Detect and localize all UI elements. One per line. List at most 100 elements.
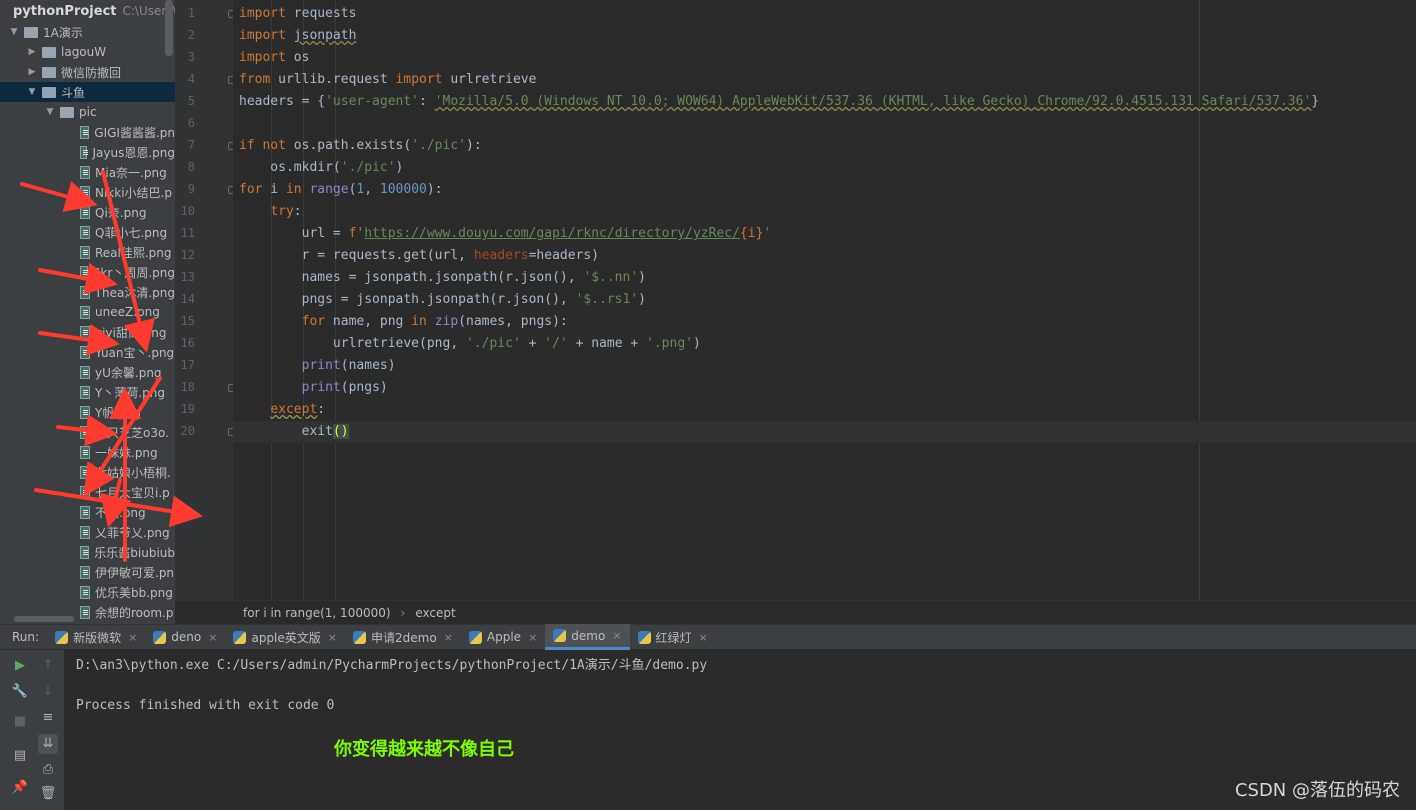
run-tab[interactable]: Apple × <box>461 624 545 650</box>
image-file-icon <box>80 145 89 159</box>
layout-icon[interactable]: ▤ <box>10 746 30 766</box>
tree-file[interactable]: 一妹妹.png <box>0 442 175 462</box>
tree-folder[interactable]: ▼ 1A演示 <box>0 22 175 42</box>
folder-icon <box>60 106 74 118</box>
tree-file[interactable]: Jayus恩恩.png <box>0 142 175 162</box>
tree-file[interactable]: 伊伊敏可爱.pn <box>0 562 175 582</box>
tree-file[interactable]: yU余馨.png <box>0 362 175 382</box>
run-tab[interactable]: 新版微软 × <box>47 624 145 650</box>
breadcrumb-item-except[interactable]: except <box>415 606 455 620</box>
scroll-to-end-icon[interactable]: ⇊ <box>38 734 58 754</box>
tree-file[interactable]: GIGI酱酱酱.pn <box>0 122 175 142</box>
image-file-icon <box>80 525 90 539</box>
close-icon[interactable]: × <box>528 631 537 644</box>
code-editor[interactable]: import requests import jsonpath import o… <box>233 0 1416 600</box>
run-tab[interactable]: apple英文版 × <box>225 624 345 650</box>
code-line-20[interactable]: exit() <box>233 421 1416 443</box>
code-line-18[interactable]: print(pngs) <box>239 377 388 399</box>
line-number: 17 <box>180 358 195 372</box>
tree-file[interactable]: Qi奈.png <box>0 202 175 222</box>
code-line-7[interactable]: if not os.path.exists('./pic'): <box>239 135 482 157</box>
code-line-13[interactable]: names = jsonpath.jsonpath(r.json(), '$..… <box>239 267 646 289</box>
code-line-5[interactable]: headers = {'user-agent': 'Mozilla/5.0 (W… <box>239 91 1319 113</box>
tree-file[interactable]: Yuan宝丶.png <box>0 342 175 362</box>
tree-file[interactable]: Y丶薄荷.png <box>0 382 175 402</box>
line-number: 8 <box>187 160 195 174</box>
run-tab[interactable]: 红绿灯 × <box>630 624 716 650</box>
pin-icon[interactable]: 📌 <box>10 778 30 798</box>
stop-icon[interactable]: ■ <box>10 712 30 732</box>
close-icon[interactable]: × <box>699 631 708 644</box>
chevron-down-icon[interactable]: ▼ <box>26 87 38 97</box>
tree-file[interactable]: Y帆.png <box>0 402 175 422</box>
tree-item-label: 微信防撤回 <box>61 65 122 80</box>
project-panel: pythonProject C:\Users\ ▼ 1A演示 ▶ lagouW ▶ 微信防… <box>0 0 175 624</box>
tree-file[interactable]: 乂菲爷乂.png <box>0 522 175 542</box>
wrench-icon[interactable]: 🔧 <box>10 682 30 702</box>
run-tab[interactable]: 申请2demo × <box>345 624 461 650</box>
down-arrow-icon[interactable]: ↓ <box>38 682 58 702</box>
code-line-14[interactable]: pngs = jsonpath.jsonpath(r.json(), '$..r… <box>239 289 646 311</box>
run-tab-label: deno <box>171 630 202 644</box>
tree-item-label: Mia奈一.png <box>95 165 167 180</box>
tree-file[interactable]: uneeZ.png <box>0 302 175 322</box>
tree-file[interactable]: 优乐美bb.png <box>0 582 175 602</box>
tree-file[interactable]: 乐乐酱biubiub <box>0 542 175 562</box>
code-line-16[interactable]: urlretrieve(png, './pic' + '/' + name + … <box>239 333 701 355</box>
up-arrow-icon[interactable]: ↑ <box>38 656 58 676</box>
chevron-down-icon[interactable]: ▼ <box>44 107 56 117</box>
close-icon[interactable]: × <box>208 631 217 644</box>
tree-file[interactable]: Mia奈一.png <box>0 162 175 182</box>
project-header[interactable]: pythonProject C:\Users\ <box>0 0 175 22</box>
breadcrumb-item-for[interactable]: for i in range(1, 100000) <box>243 606 391 620</box>
code-line-15[interactable]: for name, png in zip(names, pngs): <box>239 311 568 333</box>
sidebar-horizontal-scrollbar[interactable] <box>14 616 74 622</box>
code-line-9[interactable]: for i in range(1, 100000): <box>239 179 443 201</box>
tree-file[interactable]: 不然.png <box>0 502 175 522</box>
tree-folder[interactable]: ▼ 斗鱼 <box>0 82 175 102</box>
tree-item-label: 优乐美bb.png <box>95 585 173 600</box>
chevron-down-icon[interactable]: ▼ <box>8 27 20 37</box>
run-tab[interactable]: demo × <box>545 624 630 650</box>
code-line-2[interactable]: import jsonpath <box>239 25 356 47</box>
tree-file[interactable]: 七姑娘小梧桐. <box>0 462 175 482</box>
chevron-right-icon[interactable]: ▶ <box>26 47 38 57</box>
close-icon[interactable]: × <box>444 631 453 644</box>
code-line-17[interactable]: print(names) <box>239 355 396 377</box>
close-icon[interactable]: × <box>328 631 337 644</box>
tree-folder[interactable]: ▶ 微信防撤回 <box>0 62 175 82</box>
python-icon <box>637 630 651 644</box>
run-console[interactable]: D:\an3\python.exe C:/Users/admin/Pycharm… <box>64 650 1416 810</box>
tree-file[interactable]: Thea沐清.png <box>0 282 175 302</box>
tree-file[interactable]: yiyi甜筒.png <box>0 322 175 342</box>
tree-file[interactable]: Real佳熙.png <box>0 242 175 262</box>
tree-file[interactable]: Nikki小结巴.p <box>0 182 175 202</box>
tree-file[interactable]: Q菲小七.png <box>0 222 175 242</box>
close-icon[interactable]: × <box>612 629 621 642</box>
code-line-1[interactable]: import requests <box>239 3 356 25</box>
code-line-10[interactable]: try: <box>239 201 301 223</box>
line-number: 5 <box>187 94 195 108</box>
image-file-icon <box>80 485 90 499</box>
line-number: 12 <box>180 248 195 262</box>
chevron-right-icon[interactable]: ▶ <box>26 67 38 77</box>
code-line-3[interactable]: import os <box>239 47 309 69</box>
run-icon[interactable]: ▶ <box>10 656 30 676</box>
sidebar-vertical-scrollbar[interactable] <box>165 0 173 56</box>
code-line-8[interactable]: os.mkdir('./pic') <box>239 157 403 179</box>
tree-folder[interactable]: ▶ lagouW <box>0 42 175 62</box>
trash-icon[interactable]: 🗑 <box>38 784 58 804</box>
close-icon[interactable]: × <box>128 631 137 644</box>
tree-folder[interactable]: ▼ pic <box>0 102 175 122</box>
run-tab[interactable]: deno × <box>145 624 225 650</box>
code-line-12[interactable]: r = requests.get(url, headers=headers) <box>239 245 599 267</box>
code-line-19[interactable]: except: <box>239 399 325 421</box>
code-line-4[interactable]: from urllib.request import urlretrieve <box>239 69 536 91</box>
tree-file[interactable]: 七月大宝贝i.p <box>0 482 175 502</box>
code-line-11[interactable]: url = f'https://www.douyu.com/gapi/rknc/… <box>239 223 772 245</box>
line-number: 6 <box>187 116 195 130</box>
soft-wrap-icon[interactable]: ≡ <box>38 708 58 728</box>
print-icon[interactable]: ⎙ <box>38 760 58 780</box>
tree-file[interactable]: 一只芝芝o3o. <box>0 422 175 442</box>
tree-file[interactable]: Skr丶周周.png <box>0 262 175 282</box>
